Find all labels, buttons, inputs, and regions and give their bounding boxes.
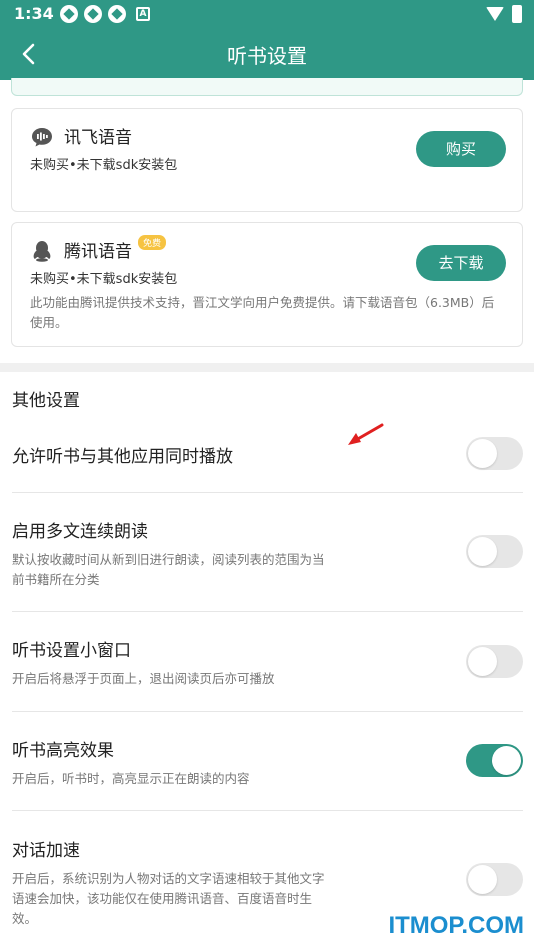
setting-title: 听书设置小窗口 [12, 641, 131, 661]
app-notification-icon [84, 5, 102, 23]
previous-card-bottom [11, 78, 523, 96]
simultaneous-play-toggle[interactable] [466, 437, 523, 470]
voice-card-tencent: 腾讯语音 免费 未购买•未下载sdk安装包 此功能由腾讯提供技术支持，晋江文学向… [11, 222, 523, 347]
setting-title: 对话加速 [12, 841, 80, 861]
setting-description: 开启后，听书时，高亮显示正在朗读的内容 [12, 771, 250, 786]
setting-title: 听书高亮效果 [12, 741, 114, 761]
highlight-toggle[interactable] [466, 744, 523, 777]
setting-title: 启用多文连续朗读 [12, 522, 148, 542]
voice-status: 未购买•未下载sdk安装包 [30, 272, 178, 287]
red-annotation-arrow-icon [348, 423, 384, 445]
row-divider [12, 611, 523, 612]
setting-row-mini-window: 听书设置小窗口 开启后将悬浮于页面上，退出阅读页后亦可播放 [12, 634, 523, 694]
voice-status: 未购买•未下载sdk安装包 [30, 158, 178, 173]
setting-description: 开启后将悬浮于页面上，退出阅读页后亦可播放 [12, 671, 275, 686]
setting-row-continuous-reading: 启用多文连续朗读 默认按收藏时间从新到旧进行朗读，阅读列表的范围为当前书籍所在分… [12, 515, 523, 595]
voice-name: 腾讯语音 [64, 242, 132, 262]
setting-title: 允许听书与其他应用同时播放 [12, 447, 233, 467]
mini-window-toggle[interactable] [466, 645, 523, 678]
setting-description: 开启后，系统识别为人物对话的文字语速相较于其他文字语速会加快，该功能仅在使用腾讯… [12, 871, 325, 926]
app-notification-icon [108, 5, 126, 23]
toggle-knob [468, 865, 497, 894]
status-time: 1:34 [14, 4, 54, 23]
toggle-knob [468, 439, 497, 468]
row-divider [12, 711, 523, 712]
free-badge: 免费 [138, 235, 167, 250]
buy-button[interactable]: 购买 [416, 131, 506, 167]
status-bar: 1:34 A [0, 0, 534, 28]
section-divider [0, 363, 534, 372]
toggle-knob [468, 647, 497, 676]
wifi-icon [486, 7, 504, 21]
setting-description: 默认按收藏时间从新到旧进行朗读，阅读列表的范围为当前书籍所在分类 [12, 552, 325, 587]
row-divider [12, 492, 523, 493]
download-button[interactable]: 去下载 [416, 245, 506, 281]
battery-icon [512, 5, 522, 23]
notification-icons: A [60, 5, 150, 23]
qq-penguin-icon [33, 241, 51, 262]
voice-card-xunfei: 讯飞语音 未购买•未下载sdk安装包 购买 [11, 108, 523, 212]
notification-letter-icon: A [136, 7, 150, 21]
section-title: 其他设置 [12, 391, 80, 411]
setting-row-simultaneous-play: 允许听书与其他应用同时播放 [12, 437, 523, 470]
toggle-knob [492, 746, 521, 775]
setting-row-highlight: 听书高亮效果 开启后，听书时，高亮显示正在朗读的内容 [12, 734, 523, 794]
app-notification-icon [60, 5, 78, 23]
voice-name: 讯飞语音 [64, 128, 132, 148]
voice-description: 此功能由腾讯提供技术支持，晋江文学向用户免费提供。请下载语音包（6.3MB）后使… [30, 295, 495, 330]
toggle-knob [468, 537, 497, 566]
page-title: 听书设置 [227, 44, 307, 68]
continuous-reading-toggle[interactable] [466, 535, 523, 568]
app-bar: 听书设置 [0, 28, 534, 80]
dialogue-speedup-toggle[interactable] [466, 863, 523, 896]
row-divider [12, 810, 523, 811]
site-watermark: ITMOP.COM [388, 912, 524, 939]
system-icons [486, 5, 522, 23]
xunfei-voice-icon [32, 128, 52, 147]
